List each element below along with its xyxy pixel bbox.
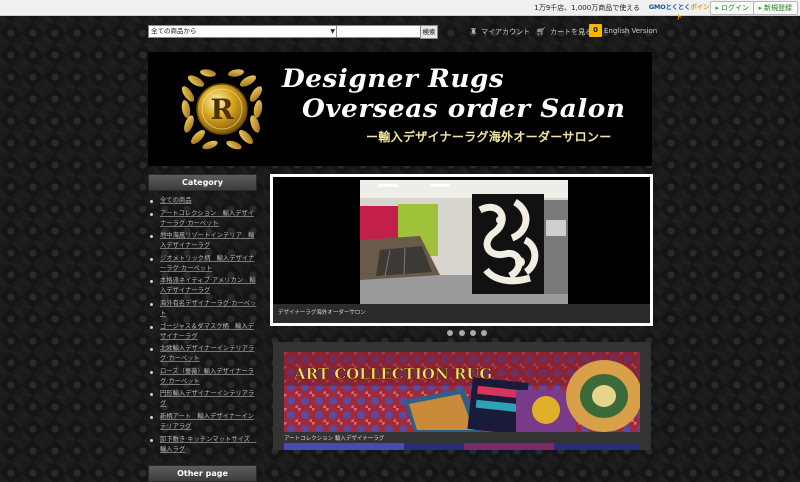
slide-caption: デザイナーラグ海外オーダーサロン	[273, 304, 650, 323]
slide-dot[interactable]	[481, 330, 487, 336]
gmo-points-badge[interactable]: GMOとくとくポイント	[646, 2, 712, 21]
category-item[interactable]: 円形輸入デザイナーインテリアラグ	[148, 389, 257, 409]
site-header: R Designer Rugs Overseas order Salon ー輸入…	[148, 52, 652, 166]
category-item[interactable]: ゴージャス＆ダマスク柄 輸入デザイナーラグ	[148, 322, 257, 342]
site-subtitle: ー輸入デザイナーラグ海外オーダーサロンー	[366, 130, 612, 144]
top-bar: 1万9千店、1,000万商品で使える GMOとくとくポイント ▸ ログイン ▸ 新規…	[0, 0, 800, 21]
category-item[interactable]: 全ての商品	[148, 196, 257, 206]
category-heading: Category	[148, 174, 257, 191]
featured-banner-panel: ART COLLECTION RUG アートコレクション 輸入デザイナーラグ	[273, 342, 651, 450]
category-item[interactable]: 地中海風リゾートインテリア 輸入デザイナーラグ	[148, 231, 257, 251]
slide-dot[interactable]	[447, 330, 453, 336]
category-item[interactable]: ローズ（薔薇）輸入デザイナーラグ·カーペット	[148, 367, 257, 387]
search-button[interactable]: 検索	[420, 25, 438, 39]
category-select-value: 全ての商品から	[151, 27, 197, 35]
english-version-link[interactable]: English Version	[604, 27, 657, 35]
laurel-emblem-logo[interactable]: R	[172, 64, 272, 154]
register-label: 新規登録	[764, 4, 792, 12]
category-item[interactable]: 北欧輸入デザイナーインテリアラグ·カーペット	[148, 344, 257, 364]
category-item[interactable]: 卸下敷き·キッチンマットサイズ 輸入ラグ	[148, 435, 257, 455]
user-icon: ♜	[470, 27, 478, 36]
banner-title: ART COLLECTION RUG	[293, 365, 492, 383]
hero-slideshow[interactable]: デザイナーラグ海外オーダーサロン	[270, 174, 653, 326]
site-title-line1: Designer Rugs	[282, 64, 505, 93]
search-input[interactable]	[336, 25, 424, 38]
gmo-badge-main: GMOとくとく	[648, 3, 691, 11]
category-item[interactable]: アートコレクション 輸入デザイナーラグ·カーペット	[148, 209, 257, 229]
slide-dot[interactable]	[470, 330, 476, 336]
login-button[interactable]: ▸ ログイン	[710, 1, 755, 15]
next-banner-preview[interactable]	[284, 443, 640, 450]
slide-dot[interactable]	[459, 330, 465, 336]
view-cart-link[interactable]: 🛒︎ カートを見る	[536, 27, 592, 37]
points-notice: 1万9千店、1,000万商品で使える	[534, 4, 640, 12]
art-collection-banner[interactable]: ART COLLECTION RUG	[284, 352, 640, 432]
view-cart-label: カートを見る	[550, 28, 593, 36]
category-item[interactable]: 新柄アート 輸入デザイナーインテリアラグ	[148, 412, 257, 432]
category-item[interactable]: 海外有名デザイナーラグ·カーペット	[148, 299, 257, 319]
cart-icon: 🛒︎	[536, 27, 547, 36]
cart-count-badge: 0	[589, 24, 602, 37]
category-list: 全ての商品 アートコレクション 輸入デザイナーラグ·カーペット 地中海風リゾート…	[148, 191, 257, 459]
other-page-heading: Other page	[148, 465, 257, 482]
category-item[interactable]: ジオメトリック柄 輸入デザイナーラグ·カーペット	[148, 254, 257, 274]
login-label: ログイン	[721, 4, 749, 12]
chevron-down-icon: ▼	[330, 28, 335, 35]
showroom-photo	[360, 180, 568, 304]
category-select[interactable]: 全ての商品から ▼	[148, 25, 338, 38]
category-item[interactable]: 本格派ネイティブ·アメリカン 輸入デザイナーラグ	[148, 276, 257, 296]
banner-caption: アートコレクション 輸入デザイナーラグ	[284, 436, 385, 442]
site-title-line2: Overseas order Salon	[302, 94, 626, 123]
my-account-link[interactable]: ♜ マイアカウント	[470, 27, 530, 37]
arrow-right-icon: ▸	[758, 4, 762, 12]
register-button[interactable]: ▸ 新規登録	[753, 1, 798, 15]
emblem-letter: R	[210, 93, 234, 126]
sidebar: Category 全ての商品 アートコレクション 輸入デザイナーラグ·カーペット…	[148, 174, 257, 482]
arrow-right-icon: ▸	[715, 4, 719, 12]
my-account-label: マイアカウント	[481, 28, 531, 36]
